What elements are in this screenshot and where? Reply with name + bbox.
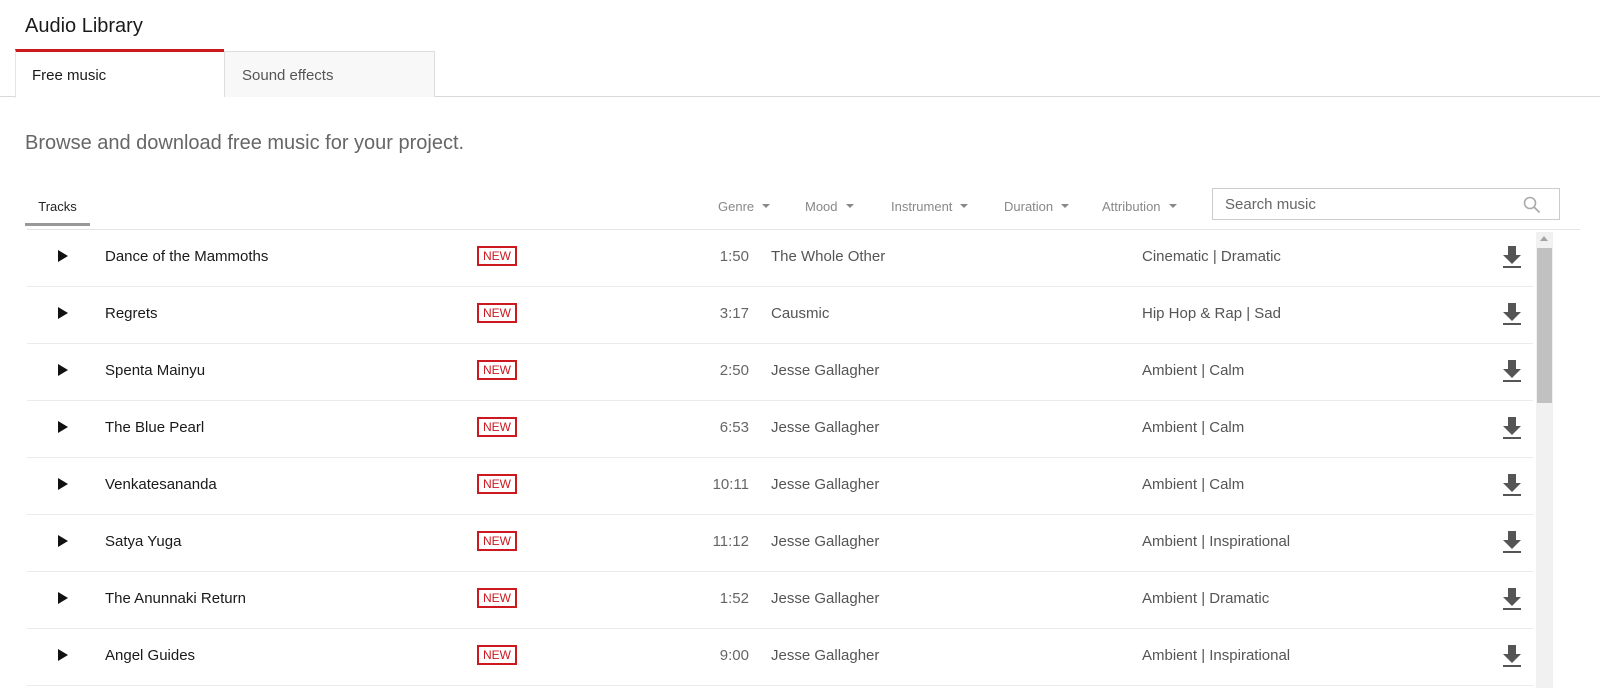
- tab-free-music[interactable]: Free music: [15, 49, 224, 98]
- track-duration: 1:50: [719, 248, 749, 265]
- play-icon[interactable]: [58, 364, 68, 376]
- new-badge: NEW: [477, 474, 517, 494]
- track-artist: Causmic: [771, 305, 830, 322]
- track-genre-mood: Ambient | Calm: [1142, 362, 1245, 379]
- track-row[interactable]: Angel Guides NEW 9:00 Jesse Gallagher Am…: [27, 629, 1533, 686]
- play-icon[interactable]: [58, 649, 68, 661]
- track-artist: Jesse Gallagher: [771, 419, 880, 436]
- instrument-filter-dropdown[interactable]: Instrument: [891, 199, 969, 214]
- mood-filter-label: Mood: [805, 199, 838, 214]
- track-duration: 2:50: [719, 362, 749, 379]
- play-icon[interactable]: [58, 478, 68, 490]
- track-genre-mood: Ambient | Inspirational: [1142, 647, 1291, 664]
- page-title: Audio Library: [25, 15, 143, 37]
- new-badge: NEW: [477, 246, 517, 266]
- track-title: Regrets: [105, 305, 158, 322]
- caret-down-icon: [960, 203, 969, 208]
- track-row[interactable]: Regrets NEW 3:17 Causmic Hip Hop & Rap |…: [27, 287, 1533, 344]
- genre-filter-label: Genre: [718, 199, 755, 214]
- download-icon[interactable]: [1501, 244, 1523, 270]
- download-icon[interactable]: [1501, 586, 1523, 612]
- track-title: Dance of the Mammoths: [105, 248, 269, 265]
- tab-bar: Free music Sound effects: [0, 49, 1600, 98]
- search-box: [1212, 188, 1560, 220]
- new-badge: NEW: [477, 531, 517, 551]
- scrollbar[interactable]: [1536, 232, 1553, 688]
- play-icon[interactable]: [58, 592, 68, 604]
- caret-down-icon: [762, 203, 771, 208]
- track-duration: 11:12: [712, 533, 749, 550]
- track-artist: Jesse Gallagher: [771, 590, 880, 607]
- download-icon[interactable]: [1501, 529, 1523, 555]
- track-duration: 3:17: [719, 305, 749, 322]
- new-badge: NEW: [477, 360, 517, 380]
- track-duration: 10:11: [712, 476, 749, 493]
- track-genre-mood: Ambient | Calm: [1142, 476, 1245, 493]
- tab-sound-effects[interactable]: Sound effects: [224, 51, 435, 97]
- track-artist: Jesse Gallagher: [771, 362, 880, 379]
- track-row[interactable]: The Blue Pearl NEW 6:53 Jesse Gallagher …: [27, 401, 1533, 458]
- track-title: Satya Yuga: [105, 533, 182, 550]
- track-genre-mood: Cinematic | Dramatic: [1142, 248, 1281, 265]
- track-artist: Jesse Gallagher: [771, 533, 880, 550]
- attribution-filter-dropdown[interactable]: Attribution: [1102, 199, 1177, 214]
- caret-down-icon: [1168, 203, 1177, 208]
- download-icon[interactable]: [1501, 472, 1523, 498]
- track-row[interactable]: Venkatesananda NEW 10:11 Jesse Gallagher…: [27, 458, 1533, 515]
- caret-down-icon: [845, 203, 854, 208]
- track-title: Venkatesananda: [105, 476, 217, 493]
- download-icon[interactable]: [1501, 415, 1523, 441]
- track-artist: Jesse Gallagher: [771, 647, 880, 664]
- genre-filter-dropdown[interactable]: Genre: [718, 199, 771, 214]
- track-duration: 6:53: [719, 419, 749, 436]
- caret-down-icon: [1061, 203, 1070, 208]
- track-artist: Jesse Gallagher: [771, 476, 880, 493]
- track-title: The Anunnaki Return: [105, 590, 246, 607]
- track-duration: 1:52: [719, 590, 749, 607]
- track-row[interactable]: Spenta Mainyu NEW 2:50 Jesse Gallagher A…: [27, 344, 1533, 401]
- mood-filter-dropdown[interactable]: Mood: [805, 199, 854, 214]
- track-title: The Blue Pearl: [105, 419, 205, 436]
- track-genre-mood: Ambient | Dramatic: [1142, 590, 1270, 607]
- new-badge: NEW: [477, 645, 517, 665]
- duration-filter-label: Duration: [1004, 199, 1054, 214]
- track-artist: The Whole Other: [771, 248, 886, 265]
- play-icon[interactable]: [58, 307, 68, 319]
- tracks-tab[interactable]: Tracks: [25, 186, 90, 226]
- track-row[interactable]: Dance of the Mammoths NEW 1:50 The Whole…: [27, 230, 1533, 287]
- new-badge: NEW: [477, 588, 517, 608]
- toolbar: Tracks Genre Mood Instrument Duration At…: [25, 186, 1585, 230]
- instrument-filter-label: Instrument: [891, 199, 953, 214]
- track-row[interactable]: The Anunnaki Return NEW 1:52 Jesse Galla…: [27, 572, 1533, 629]
- search-icon[interactable]: [1523, 196, 1541, 214]
- track-genre-mood: Ambient | Calm: [1142, 419, 1245, 436]
- download-icon[interactable]: [1501, 301, 1523, 327]
- duration-filter-dropdown[interactable]: Duration: [1004, 199, 1070, 214]
- download-icon[interactable]: [1501, 358, 1523, 384]
- page-subtitle: Browse and download free music for your …: [25, 132, 465, 154]
- track-genre-mood: Hip Hop & Rap | Sad: [1142, 305, 1281, 322]
- play-icon[interactable]: [58, 250, 68, 262]
- track-list: Dance of the Mammoths NEW 1:50 The Whole…: [27, 229, 1580, 688]
- track-row[interactable]: Satya Yuga NEW 11:12 Jesse Gallagher Amb…: [27, 515, 1533, 572]
- search-input[interactable]: [1213, 189, 1503, 219]
- track-genre-mood: Ambient | Inspirational: [1142, 533, 1291, 550]
- scrollbar-thumb[interactable]: [1537, 248, 1552, 403]
- scroll-up-arrow-icon[interactable]: [1540, 236, 1548, 241]
- play-icon[interactable]: [58, 421, 68, 433]
- new-badge: NEW: [477, 417, 517, 437]
- attribution-filter-label: Attribution: [1102, 199, 1161, 214]
- download-icon[interactable]: [1501, 643, 1523, 669]
- play-icon[interactable]: [58, 535, 68, 547]
- track-duration: 9:00: [719, 647, 749, 664]
- track-title: Spenta Mainyu: [105, 362, 206, 379]
- new-badge: NEW: [477, 303, 517, 323]
- track-title: Angel Guides: [105, 647, 196, 664]
